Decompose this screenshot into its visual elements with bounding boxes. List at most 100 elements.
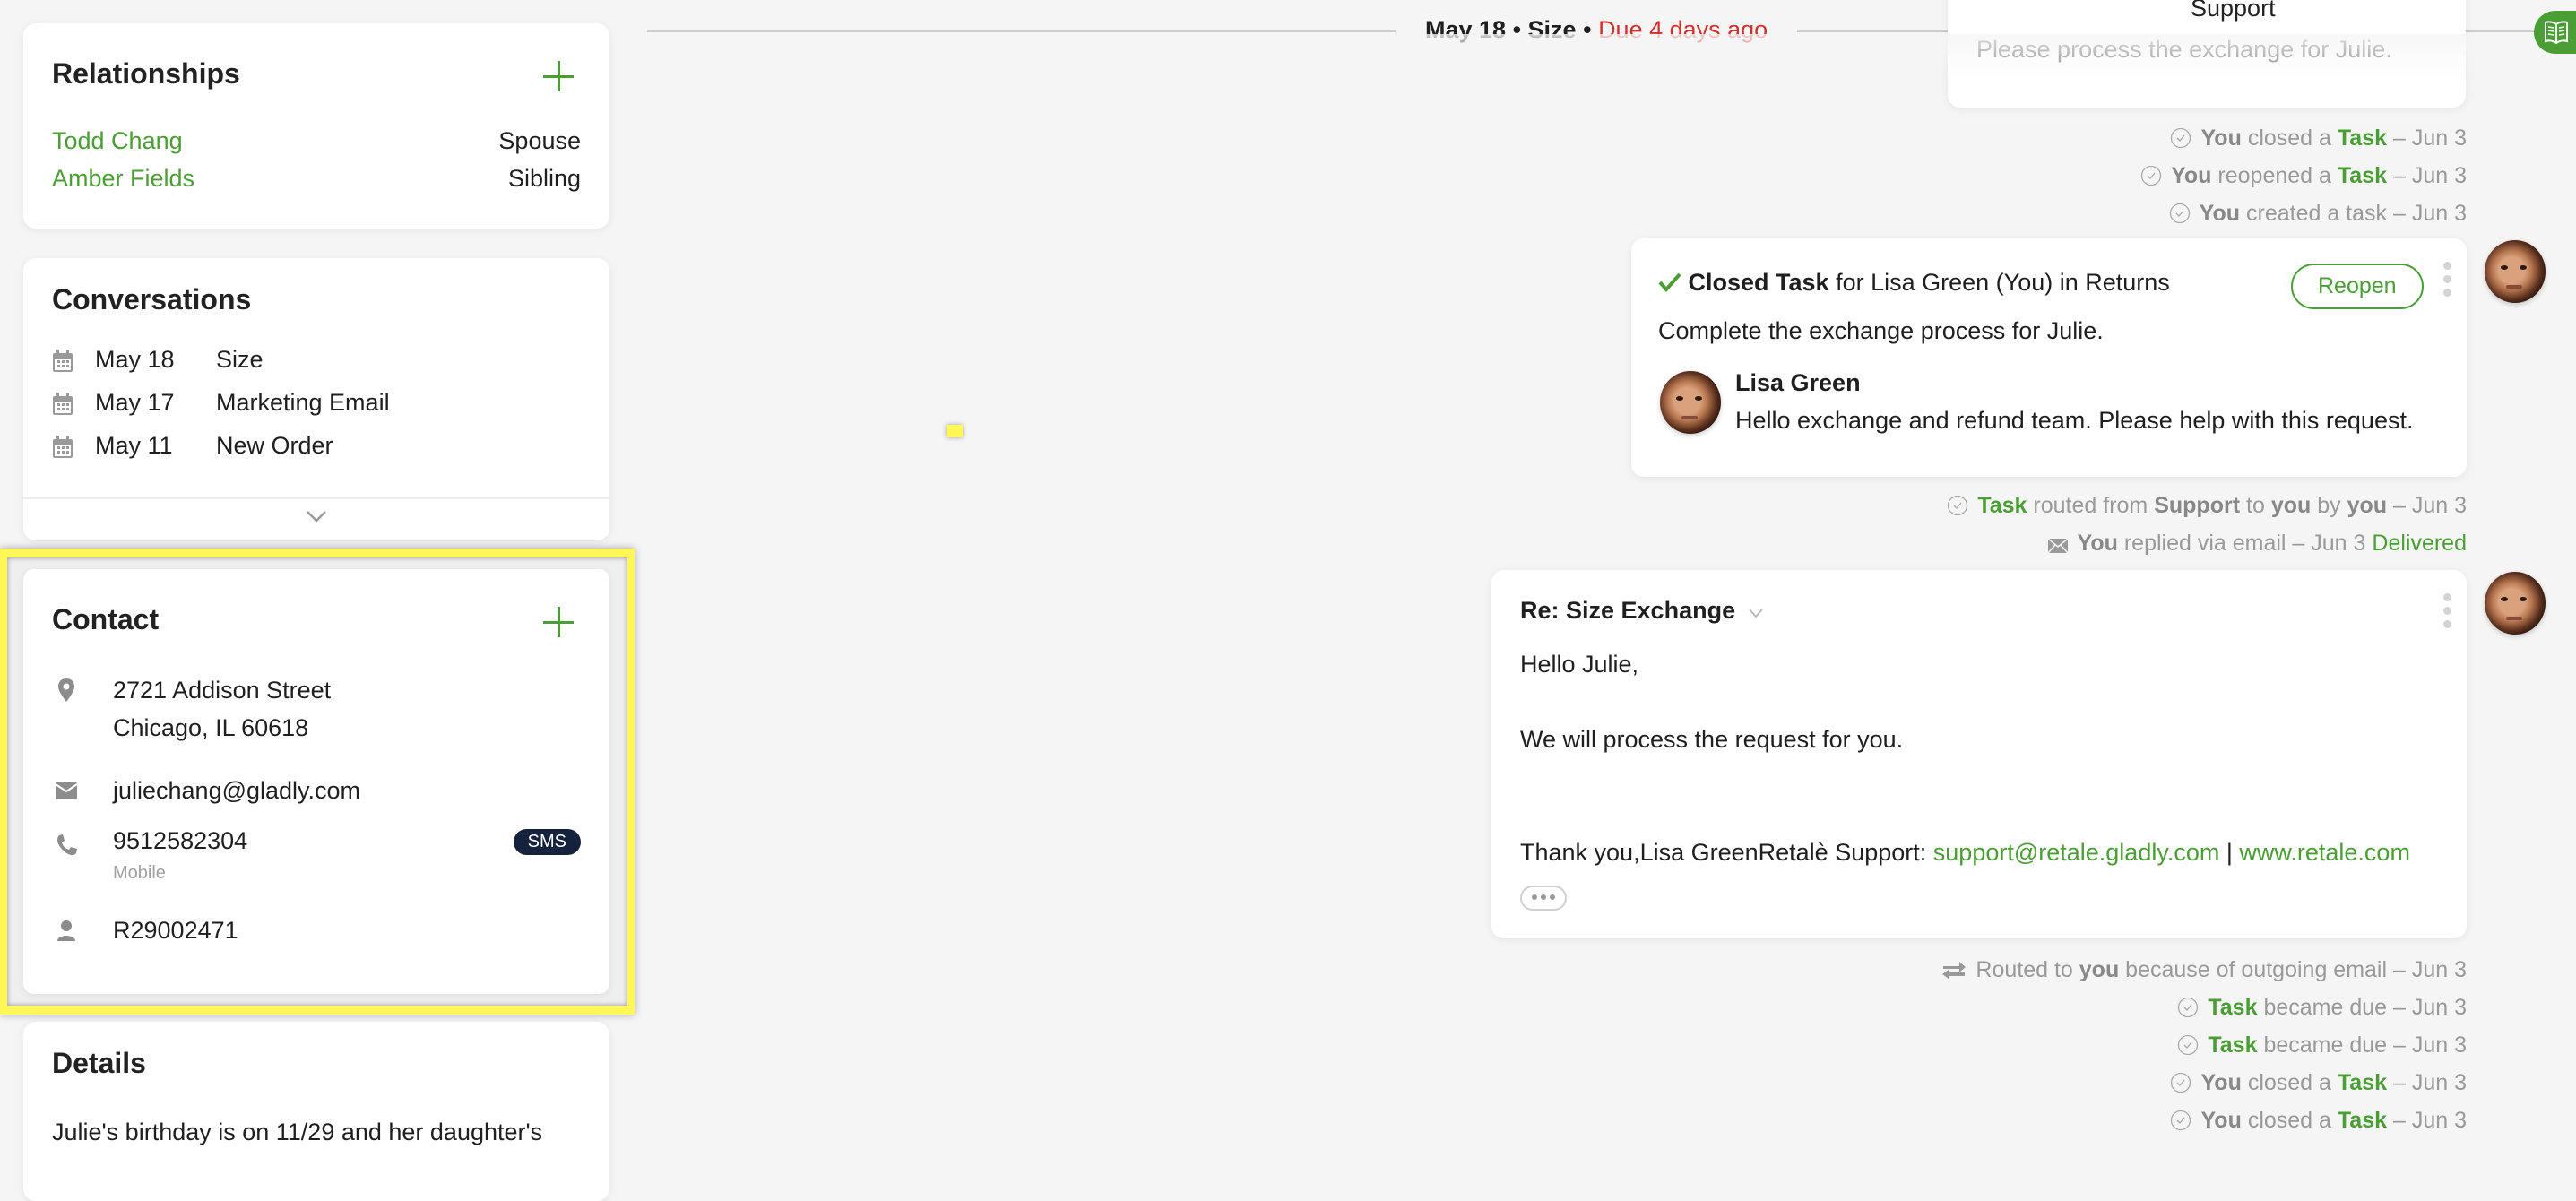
email-subject[interactable]: Re: Size Exchange: [1520, 597, 1764, 625]
relationship-type: Spouse: [498, 127, 581, 154]
group-label: Support: [2191, 0, 2276, 22]
conversation-date: May 18: [95, 346, 175, 373]
email-signature: Thank you,Lisa GreenRetalè Support: supp…: [1520, 839, 2410, 866]
agent-avatar: [2485, 240, 2546, 303]
task-status: Closed Task: [1688, 269, 1829, 296]
task-menu-button[interactable]: [2442, 262, 2452, 298]
activity-event: You closed a Task – Jun 3: [2170, 1108, 2467, 1134]
activity-event: You closed a Task – Jun 3: [2170, 1070, 2467, 1096]
email-greeting: Hello Julie,: [1520, 651, 1639, 678]
customer-id-row[interactable]: R29002471: [52, 917, 581, 949]
calendar-icon: [53, 393, 73, 415]
comment-author: Lisa Green: [1735, 369, 1861, 396]
task-link[interactable]: Task: [1977, 493, 2027, 518]
header-date: May 18: [1425, 16, 1507, 43]
conversation-subject: Marketing Email: [216, 389, 390, 416]
commenter-avatar: [1660, 371, 1721, 434]
chevron-down-icon: [1748, 609, 1763, 618]
task-link[interactable]: Task: [2208, 1033, 2257, 1058]
task-title: Closed Task for Lisa Green (You) in Retu…: [1658, 269, 2170, 297]
relationship-row: Amber Fields Sibling: [52, 165, 581, 197]
conversation-item[interactable]: May 18 Size: [52, 346, 572, 382]
email-row[interactable]: juliechang@gladly.com: [52, 777, 581, 809]
relationship-row: Todd Chang Spouse: [52, 127, 581, 160]
support-email-link[interactable]: support@retale.gladly.com: [1933, 839, 2220, 866]
address-line1: 2721 Addison Street: [113, 677, 332, 704]
check-circle-icon: [2178, 997, 2199, 1018]
task-assignee: for Lisa Green (You) in Returns: [1836, 269, 2170, 296]
details-title: Details: [52, 1047, 146, 1079]
phone-icon: [57, 834, 77, 856]
conversation-item[interactable]: May 11 New Order: [52, 432, 572, 468]
add-contact-button[interactable]: [543, 607, 574, 637]
routing-event: Task routed from Support to you by you –…: [1947, 493, 2467, 519]
conversation-subject: New Order: [216, 432, 333, 459]
conversation-subject: Size: [216, 346, 264, 373]
email-value: juliechang@gladly.com: [113, 777, 361, 804]
due-status: Due 4 days ago: [1598, 16, 1768, 43]
task-card: Closed Task for Lisa Green (You) in Retu…: [1631, 238, 2467, 477]
task-link[interactable]: Task: [2338, 1108, 2387, 1133]
email-body: We will process the request for you.: [1520, 726, 1904, 753]
phone-value: 9512582304: [113, 827, 248, 854]
cursor-marker: [947, 425, 963, 437]
customer-id: R29002471: [113, 917, 238, 944]
check-circle-icon: [2171, 1110, 2191, 1131]
task-link[interactable]: Task: [2338, 125, 2387, 151]
check-circle-icon: [2178, 1034, 2199, 1056]
relationship-name[interactable]: Todd Chang: [52, 127, 183, 155]
phone-type: Mobile: [113, 863, 166, 883]
note-text: Please process the exchange for Julie.: [1976, 36, 2392, 63]
email-menu-button[interactable]: [2442, 593, 2452, 629]
task-link[interactable]: Task: [2338, 1070, 2387, 1095]
email-icon: [55, 782, 78, 799]
expand-conversations-button[interactable]: [23, 497, 609, 540]
activity-event: Task became due – Jun 3: [2177, 1033, 2467, 1058]
relationship-type: Sibling: [507, 165, 581, 192]
delivery-status: Delivered: [2372, 531, 2467, 556]
website-link[interactable]: www.retale.com: [2239, 839, 2410, 866]
agent-avatar: [2485, 572, 2546, 635]
task-link[interactable]: Task: [2338, 163, 2387, 188]
check-circle-icon: [2171, 1072, 2191, 1093]
relationships-title: Relationships: [52, 57, 240, 90]
check-circle-icon: [2171, 127, 2191, 149]
checkmark-icon: [1658, 272, 1681, 293]
contact-title: Contact: [52, 603, 160, 635]
relationships-card: Relationships Todd Chang Spouse Amber Fi…: [23, 23, 609, 229]
conversations-card: Conversations May 18 Size May 17 Marketi…: [23, 258, 609, 540]
check-circle-icon: [2169, 203, 2190, 224]
conversation-date: May 11: [95, 432, 173, 459]
location-pin-icon: [58, 678, 74, 702]
email-card: Re: Size Exchange Hello Julie, We will p…: [1491, 570, 2467, 938]
phone-row[interactable]: 9512582304 Mobile SMS: [52, 827, 581, 890]
address-row[interactable]: 2721 Addison Street Chicago, IL 60618: [52, 677, 581, 748]
details-card: Details Julie's birthday is on 11/29 and…: [23, 1022, 609, 1201]
details-text: Julie's birthday is on 11/29 and her dau…: [52, 1119, 543, 1145]
header-topic: Size: [1527, 16, 1577, 43]
address-line2: Chicago, IL 60618: [113, 714, 309, 741]
person-icon: [57, 920, 75, 941]
task-link[interactable]: Task: [2208, 995, 2257, 1020]
add-relationship-button[interactable]: [543, 61, 574, 91]
contact-card: Contact 2721 Addison Street Chicago, IL …: [23, 569, 609, 994]
reopen-button[interactable]: Reopen: [2291, 264, 2424, 309]
calendar-icon: [53, 350, 73, 372]
check-circle-icon: [1948, 495, 1968, 516]
conversation-item[interactable]: May 17 Marketing Email: [52, 389, 572, 425]
task-description: Complete the exchange process for Julie.: [1658, 317, 2104, 344]
reply-event: You replied via email – Jun 3 Delivered: [2046, 531, 2467, 557]
conversation-header: May 18 • Size • Due 4 days ago: [1425, 16, 1768, 43]
conversations-title: Conversations: [52, 283, 252, 315]
show-more-button[interactable]: [1520, 886, 1567, 911]
comment-text: Hello exchange and refund team. Please h…: [1735, 407, 2414, 434]
divider-left: [647, 30, 1396, 32]
knowledge-base-button[interactable]: [2534, 11, 2576, 54]
envelope-icon: [2046, 538, 2069, 554]
check-circle-icon: [2140, 165, 2162, 186]
sms-badge[interactable]: SMS: [513, 829, 581, 855]
swap-arrows-icon: [1942, 962, 1967, 979]
relationship-name[interactable]: Amber Fields: [52, 165, 194, 193]
book-icon: [2545, 21, 2568, 45]
activity-event: You created a task – Jun 3: [2169, 201, 2467, 227]
